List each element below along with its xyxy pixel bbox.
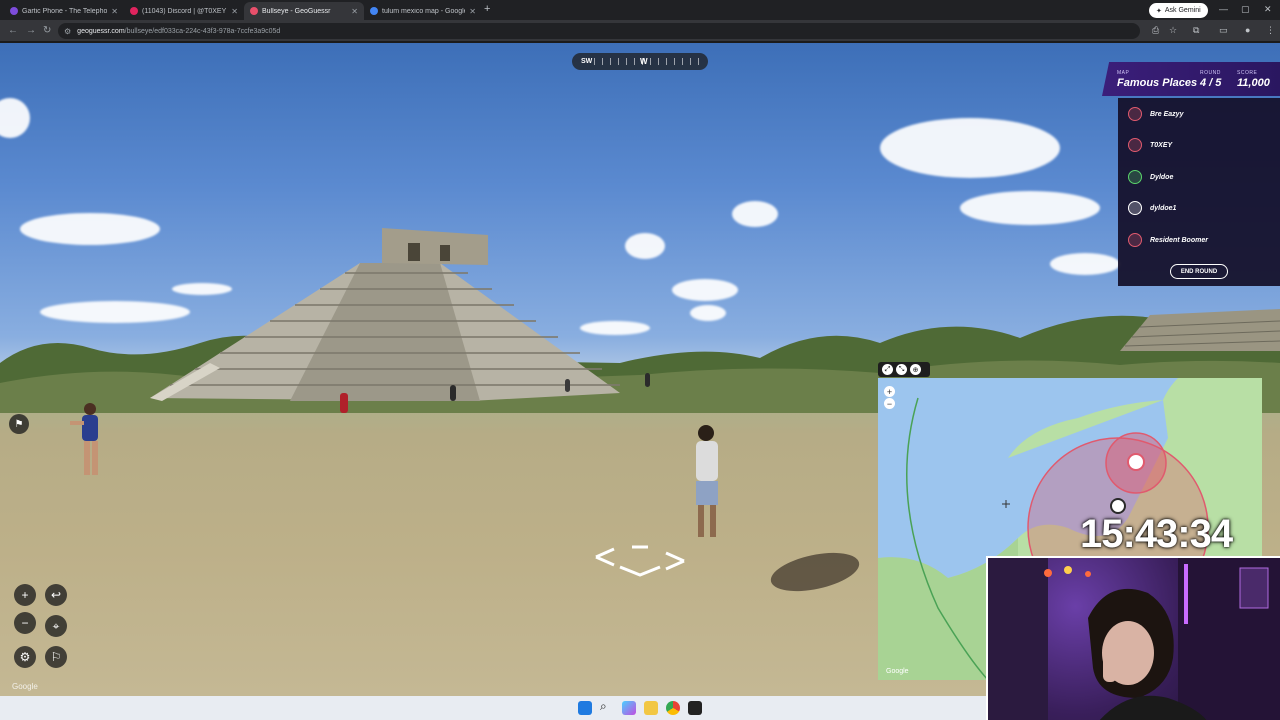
profile-avatar-icon[interactable]: ● (1245, 25, 1250, 35)
tourist-person (696, 425, 718, 537)
compass-sw-label: SW (581, 58, 593, 65)
install-app-icon[interactable]: ⎙ (1152, 25, 1159, 36)
end-round-button[interactable]: END ROUND (1170, 264, 1228, 279)
windows-start-icon[interactable] (578, 701, 592, 715)
cloud (20, 213, 160, 245)
round-value: 4 / 5 (1200, 77, 1222, 89)
tourist-person (340, 393, 348, 413)
new-tab-button[interactable]: + (484, 3, 490, 15)
close-window-icon[interactable]: ✕ (1264, 4, 1272, 15)
extensions-icon[interactable]: ⧉ (1193, 25, 1199, 36)
bookmark-star-icon[interactable]: ☆ (1169, 25, 1177, 36)
reload-icon[interactable]: ↻ (43, 25, 51, 36)
geoguessr-favicon-icon (250, 7, 258, 15)
back-arrow-icon[interactable]: ← (8, 25, 18, 36)
compass-w-label: W (640, 57, 648, 66)
players-panel: Bre Eazyy T0XEY Dyldoe dyldoe1 Resident … (1118, 98, 1280, 286)
cloud (1050, 253, 1120, 275)
map-name: Famous Places (1117, 77, 1198, 89)
player-avatar-icon (1128, 201, 1142, 215)
cloud (625, 233, 665, 259)
tourist-person (565, 379, 570, 392)
round-label: ROUND (1200, 70, 1221, 76)
tourist-person (450, 385, 456, 401)
screen: Gartic Phone - The Telephone G ✕ (11043)… (0, 0, 1280, 720)
player-row: Resident Boomer (1128, 230, 1208, 250)
cloud (672, 279, 738, 301)
tab-google-search[interactable]: tulum mexico map - Google Se ✕ (364, 2, 482, 20)
map-zoom-in-button[interactable]: + (884, 386, 895, 397)
cloud (880, 118, 1060, 178)
webcam-overlay (986, 556, 1280, 720)
maximize-icon[interactable]: ▢ (1241, 4, 1250, 15)
browser-tab-bar: Gartic Phone - The Telephone G ✕ (11043)… (0, 0, 1280, 20)
gartic-favicon-icon (10, 7, 18, 15)
report-location-icon[interactable]: ⚑ (9, 414, 29, 434)
player-avatar-icon (1128, 138, 1142, 152)
cloud (0, 98, 30, 138)
map-zoom-out-button[interactable]: − (884, 398, 895, 409)
photographer-shadow (767, 546, 863, 598)
menu-dots-icon[interactable]: ⋮ (1266, 25, 1275, 36)
score-label: SCORE (1237, 70, 1258, 76)
el-castillo-pyramid (150, 228, 620, 401)
cloud (960, 191, 1100, 225)
obs-app-icon[interactable] (688, 701, 702, 715)
zoom-in-button[interactable]: + (14, 584, 36, 606)
score-value: 11,000 (1237, 77, 1270, 89)
player-row: Dyldoe (1128, 167, 1173, 187)
close-tab-icon[interactable]: ✕ (231, 7, 238, 16)
gemini-sparkle-icon: ✦ (1156, 7, 1162, 15)
map-expand-icon[interactable]: ⤢ (882, 364, 893, 375)
tab-geoguessr[interactable]: Bullseye - GeoGuessr ✕ (244, 2, 364, 20)
tourist-person (645, 373, 650, 387)
chrome-icon[interactable] (666, 701, 680, 715)
google-logo: Google (12, 682, 38, 691)
cloud (732, 201, 778, 227)
settings-gear-icon[interactable]: ⚙ (14, 646, 36, 668)
player-avatar-icon (1128, 170, 1142, 184)
flag-icon[interactable]: ⚐ (45, 646, 67, 668)
zoom-out-button[interactable]: − (14, 612, 36, 634)
tourist-person (70, 403, 98, 475)
return-to-start-icon[interactable]: ⌖ (45, 615, 67, 637)
player-avatar-icon (1128, 107, 1142, 121)
discord-favicon-icon (130, 7, 138, 15)
player-row: Bre Eazyy (1128, 104, 1183, 124)
street-view-move-arrows[interactable] (592, 543, 688, 577)
search-icon[interactable]: ⌕ (600, 699, 614, 713)
undo-move-icon[interactable]: ↩ (45, 584, 67, 606)
copilot-icon[interactable] (622, 701, 636, 715)
minimize-icon[interactable]: — (1219, 4, 1228, 14)
close-tab-icon[interactable]: ✕ (469, 7, 476, 16)
map-shrink-icon[interactable]: ⤡ (896, 364, 907, 375)
map-attribution: Google (886, 668, 909, 675)
streamer-cam-image (988, 558, 1280, 720)
windows-taskbar: ⌕ (0, 696, 986, 720)
close-tab-icon[interactable]: ✕ (111, 7, 118, 16)
tab-discord[interactable]: (11043) Discord | @T0XEY ✕ (124, 2, 244, 20)
ask-gemini-button[interactable]: ✦ Ask Gemini (1149, 3, 1208, 18)
stream-clock: 15:43:34 (1080, 512, 1233, 556)
address-bar[interactable]: ⚙ geoguessr.com/bullseye/edf033ca-224c-4… (58, 23, 1140, 39)
site-info-icon[interactable]: ⚙ (64, 27, 71, 36)
map-label: MAP (1117, 70, 1130, 76)
compass[interactable]: SW W (572, 53, 708, 70)
player-avatar-icon (1128, 233, 1142, 247)
player-row: dyldoe1 (1128, 198, 1176, 218)
google-favicon-icon (370, 7, 378, 15)
map-pin-icon[interactable]: ⊕ (910, 364, 921, 375)
ruins-platform (1120, 309, 1280, 351)
game-status-bar: MAP Famous Places ROUND 4 / 5 SCORE 11,0… (1102, 62, 1280, 96)
close-tab-icon[interactable]: ✕ (351, 7, 358, 16)
map-toolbar: ⤢ ⤡ ⊕ (878, 362, 930, 377)
side-panel-icon[interactable]: ▭ (1219, 25, 1228, 36)
file-explorer-icon[interactable] (644, 701, 658, 715)
browser-toolbar: ← → ↻ ⚙ geoguessr.com/bullseye/edf033ca-… (0, 20, 1280, 42)
tab-gartic-phone[interactable]: Gartic Phone - The Telephone G ✕ (4, 2, 124, 20)
player-row: T0XEY (1128, 135, 1172, 155)
forward-arrow-icon[interactable]: → (26, 25, 36, 36)
